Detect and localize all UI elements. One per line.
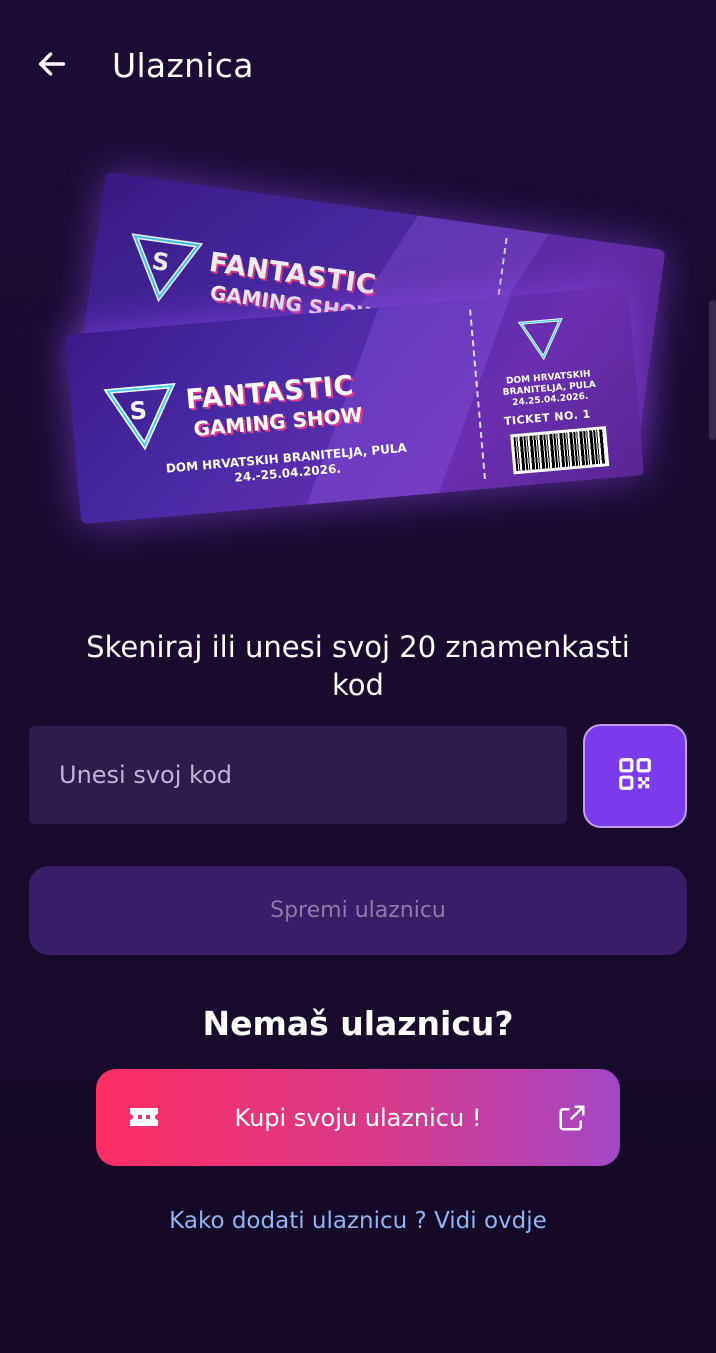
app-header: Ulaznica (0, 30, 716, 100)
help-link[interactable]: Kako dodati ulaznicu ? Vidi ovdje (0, 1208, 716, 1234)
qr-code-icon (616, 755, 654, 797)
ticket-number: TICKET NO. 1 (503, 407, 592, 429)
arrow-left-icon (35, 47, 69, 85)
fgs-logo-small-icon (515, 311, 569, 365)
page-title: Ulaznica (112, 46, 254, 85)
no-ticket-heading: Nemaš ulaznicu? (202, 1004, 514, 1043)
svg-text:S: S (150, 247, 171, 277)
back-button[interactable] (30, 44, 74, 88)
ticket-illustration: S FANTASTIC GAMING SHOW S FANTASTIC GAMI… (60, 171, 680, 550)
external-link-icon (557, 1103, 587, 1137)
svg-text:S: S (129, 396, 149, 425)
fgs-logo-icon: S (99, 370, 186, 457)
scrollbar[interactable] (709, 300, 716, 440)
code-input[interactable] (29, 726, 567, 824)
barcode (510, 426, 610, 475)
save-ticket-label: Spremi ulaznicu (270, 898, 446, 923)
stub-venue: DOM HRVATSKIH BRANITELJA, PULA 24.25.04.… (502, 369, 597, 409)
ticket-icon (128, 1105, 160, 1133)
save-ticket-button[interactable]: Spremi ulaznicu (29, 866, 687, 955)
buy-ticket-button[interactable]: Kupi svoju ulaznicu ! (96, 1069, 620, 1166)
fgs-logo-icon: S (118, 220, 208, 310)
scan-qr-button[interactable] (583, 724, 687, 828)
scan-prompt: Skeniraj ili unesi svoj 20 znamenkasti k… (86, 630, 630, 702)
buy-ticket-label: Kupi svoju ulaznicu ! (234, 1103, 482, 1132)
